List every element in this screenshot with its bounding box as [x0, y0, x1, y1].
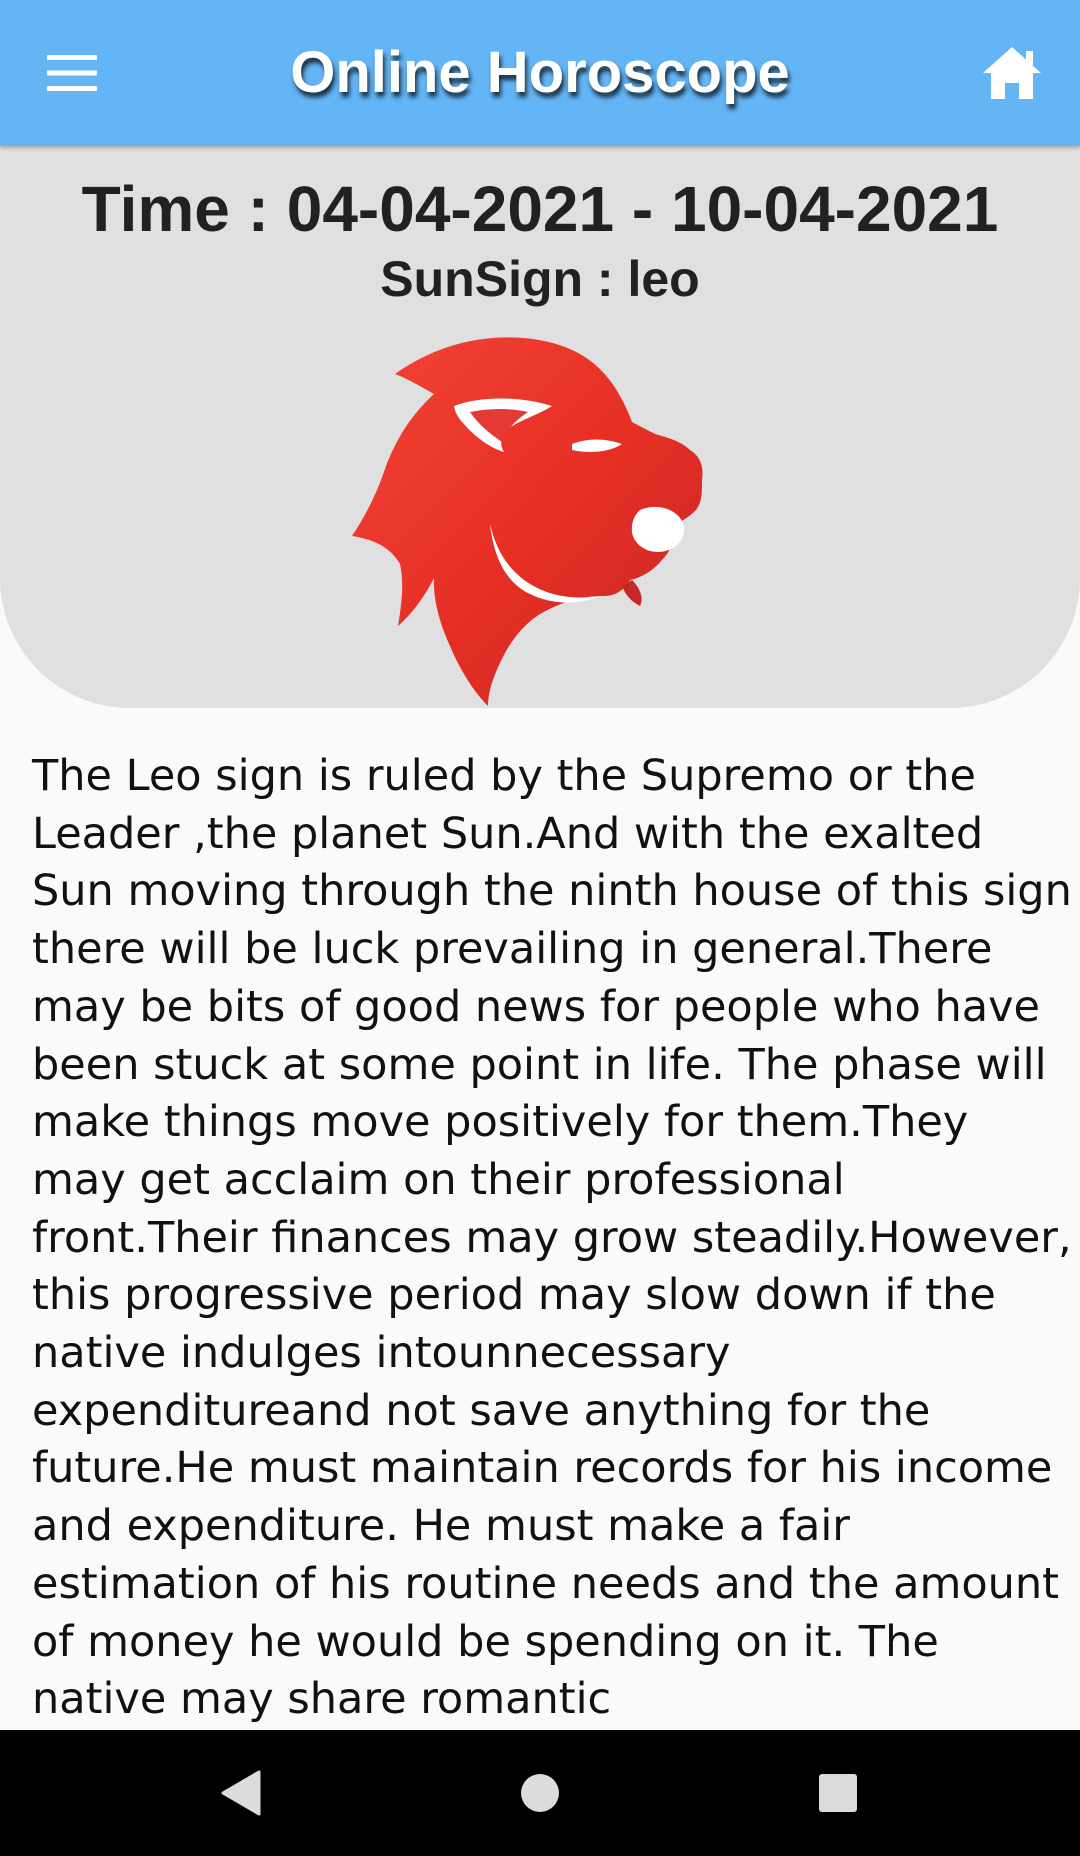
hamburger-menu-icon [47, 55, 97, 91]
leo-lion-icon [352, 337, 703, 706]
menu-button[interactable] [24, 28, 120, 118]
app-screen: Online Horoscope Time : 04-04-2021 - 10-… [0, 0, 1080, 1856]
home-icon [983, 47, 1041, 99]
app-bar: Online Horoscope [0, 0, 1080, 146]
sunsign-label: SunSign : leo [380, 251, 700, 307]
back-triangle-icon [221, 1770, 261, 1816]
nav-home-button[interactable] [500, 1758, 580, 1828]
recents-square-icon [819, 1774, 857, 1812]
nav-recents-button[interactable] [798, 1758, 878, 1828]
time-range: Time : 04-04-2021 - 10-04-2021 [81, 173, 999, 245]
home-button[interactable] [966, 28, 1058, 118]
system-navigation-bar [0, 1730, 1080, 1856]
app-title: Online Horoscope [290, 40, 790, 105]
sign-header-card: Time : 04-04-2021 - 10-04-2021 SunSign :… [0, 146, 1080, 708]
nav-back-button[interactable] [200, 1758, 280, 1828]
home-circle-icon [521, 1774, 559, 1812]
horoscope-description: The Leo sign is ruled by the Supremo or … [32, 751, 1072, 1725]
